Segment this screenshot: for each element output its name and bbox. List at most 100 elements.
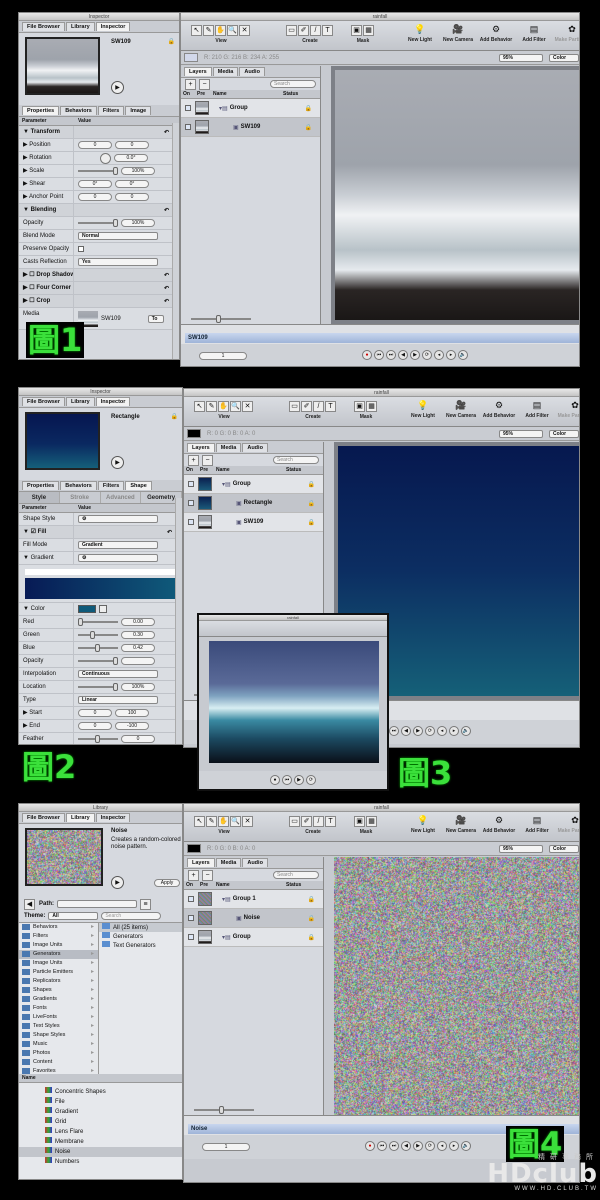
lock-icon[interactable]: 🔒 <box>308 500 315 507</box>
tool-button[interactable]: T <box>325 401 336 412</box>
slider-knob[interactable] <box>95 735 100 743</box>
slider[interactable] <box>78 660 118 662</box>
tool-button[interactable]: T <box>325 816 336 827</box>
slider[interactable] <box>78 634 118 636</box>
slider-knob[interactable] <box>113 683 118 691</box>
subtab-filters[interactable]: Filters <box>98 481 125 490</box>
tool-button[interactable]: ↖ <box>194 816 205 827</box>
action-make-particles[interactable]: ✿ Make Particles <box>556 400 580 419</box>
previous-frame-button[interactable]: ◂ <box>437 726 447 736</box>
tool-button[interactable]: ✐ <box>298 25 309 36</box>
layer-row[interactable]: ▾▤ Group 🔒 <box>181 99 320 118</box>
tab-library[interactable]: Library <box>66 22 95 31</box>
go-to-end-button[interactable]: ⏭ <box>389 726 399 736</box>
category-item[interactable]: Shape Styles ▸ <box>19 1031 98 1040</box>
layer-row[interactable]: ▣ SW109 🔒 <box>184 513 323 532</box>
number-field[interactable]: 100% <box>121 219 155 227</box>
checkbox[interactable] <box>78 246 84 252</box>
zoom-select[interactable]: 95% <box>499 54 543 62</box>
theme-select[interactable]: All <box>48 912 98 920</box>
action-new-camera[interactable]: 🎥 New Camera <box>442 815 480 834</box>
number-field[interactable]: 0.0° <box>114 154 148 162</box>
tab-inspector[interactable]: Inspector <box>96 22 131 31</box>
remove-layer-button[interactable]: − <box>202 870 213 881</box>
number-field[interactable]: 100% <box>121 683 155 691</box>
slider-knob[interactable] <box>216 315 221 323</box>
tool-button[interactable]: ✎ <box>203 25 214 36</box>
slider-knob[interactable] <box>113 167 118 175</box>
tool-button[interactable]: ✐ <box>301 816 312 827</box>
reset-icon[interactable]: ↶ <box>164 272 169 279</box>
category-item[interactable]: Replicators ▸ <box>19 977 98 986</box>
subtab-behaviors[interactable]: Behaviors <box>60 106 97 115</box>
library-search-input[interactable]: Search <box>101 912 161 920</box>
popup-select[interactable]: Normal <box>78 232 158 240</box>
category-item[interactable]: Particle Emitters ▸ <box>19 968 98 977</box>
category-item[interactable]: Generators ▸ <box>19 950 98 959</box>
apply-button[interactable]: Apply <box>154 879 180 887</box>
tab-library[interactable]: Library <box>66 397 95 406</box>
play-button[interactable]: ▶ <box>111 876 124 889</box>
lock-icon[interactable]: 🔒 <box>308 519 315 526</box>
frame-field[interactable]: 1 <box>202 1143 250 1151</box>
tab-audio[interactable]: Audio <box>242 443 268 452</box>
popup-select[interactable]: Gradient <box>78 541 158 549</box>
folder-item[interactable]: Text Generators <box>99 941 182 950</box>
number-field[interactable]: 0 <box>121 735 155 743</box>
action-add-filter[interactable]: ▤ Add Filter <box>518 815 556 834</box>
view-mode-select[interactable]: Color <box>549 430 579 438</box>
subtab-image[interactable]: Image <box>125 106 151 115</box>
slider-knob[interactable] <box>78 618 83 626</box>
tool-button[interactable]: ✐ <box>301 401 312 412</box>
layer-row[interactable]: ▣ Rectangle 🔒 <box>184 494 323 513</box>
play-backward-button[interactable]: ◀ <box>398 350 408 360</box>
category-item[interactable]: Gradients ▸ <box>19 995 98 1004</box>
slider[interactable] <box>78 738 118 740</box>
tab-audio[interactable]: Audio <box>242 858 268 867</box>
action-new-light[interactable]: 💡 New Light <box>404 400 442 419</box>
go-to-end-button[interactable]: ⏭ <box>389 1141 399 1151</box>
shape-tab-stroke[interactable]: Stroke <box>60 492 101 503</box>
tab-audio[interactable]: Audio <box>239 67 265 76</box>
reset-icon[interactable]: ↶ <box>164 129 169 136</box>
layer-enabled-checkbox[interactable] <box>188 519 194 525</box>
action-new-camera[interactable]: 🎥 New Camera <box>442 400 480 419</box>
library-item[interactable]: Gradient <box>19 1107 182 1117</box>
subtab-properties[interactable]: Properties <box>22 481 59 490</box>
lock-icon[interactable]: 🔒 <box>308 915 315 922</box>
lock-icon[interactable]: 🔒 <box>305 124 312 131</box>
go-to-end-button[interactable]: ⏭ <box>386 350 396 360</box>
layer-search-input[interactable]: Search <box>273 871 319 879</box>
tool-button[interactable]: ↖ <box>194 401 205 412</box>
shape-tab-advanced[interactable]: Advanced <box>101 492 142 503</box>
category-item[interactable]: Text Styles ▸ <box>19 1022 98 1031</box>
slider[interactable] <box>78 222 118 224</box>
tool-button[interactable]: ▦ <box>366 816 377 827</box>
loop-button[interactable]: ⟳ <box>422 350 432 360</box>
play-button[interactable]: ▶ <box>413 726 423 736</box>
add-layer-button[interactable]: + <box>188 870 199 881</box>
number-field[interactable]: 0.00 <box>121 618 155 626</box>
tab-media[interactable]: Media <box>216 443 242 452</box>
lock-icon[interactable]: 🔒 <box>308 896 315 903</box>
layer-enabled-checkbox[interactable] <box>185 124 191 130</box>
path-select[interactable] <box>57 900 137 908</box>
number-field[interactable]: -100 <box>115 722 149 730</box>
slider-knob[interactable] <box>90 631 95 639</box>
slider[interactable] <box>78 647 118 649</box>
action-add-behavior[interactable]: ⚙ Add Behavior <box>480 400 518 419</box>
tool-button[interactable]: ▣ <box>354 816 365 827</box>
slider[interactable] <box>78 621 118 623</box>
library-item[interactable]: Concentric Shapes <box>19 1087 182 1097</box>
number-field[interactable]: 0 <box>115 141 149 149</box>
tool-button[interactable]: ✕ <box>242 401 253 412</box>
layer-enabled-checkbox[interactable] <box>188 896 194 902</box>
record-button[interactable]: ● <box>365 1141 375 1151</box>
next-frame-button[interactable]: ▸ <box>446 350 456 360</box>
media-to-select[interactable]: To <box>148 315 164 323</box>
tool-button[interactable]: ✋ <box>218 401 229 412</box>
play-backward-button[interactable]: ◀ <box>401 726 411 736</box>
layer-enabled-checkbox[interactable] <box>188 481 194 487</box>
tab-inspector[interactable]: Inspector <box>96 813 131 822</box>
tool-button[interactable]: ▦ <box>363 25 374 36</box>
